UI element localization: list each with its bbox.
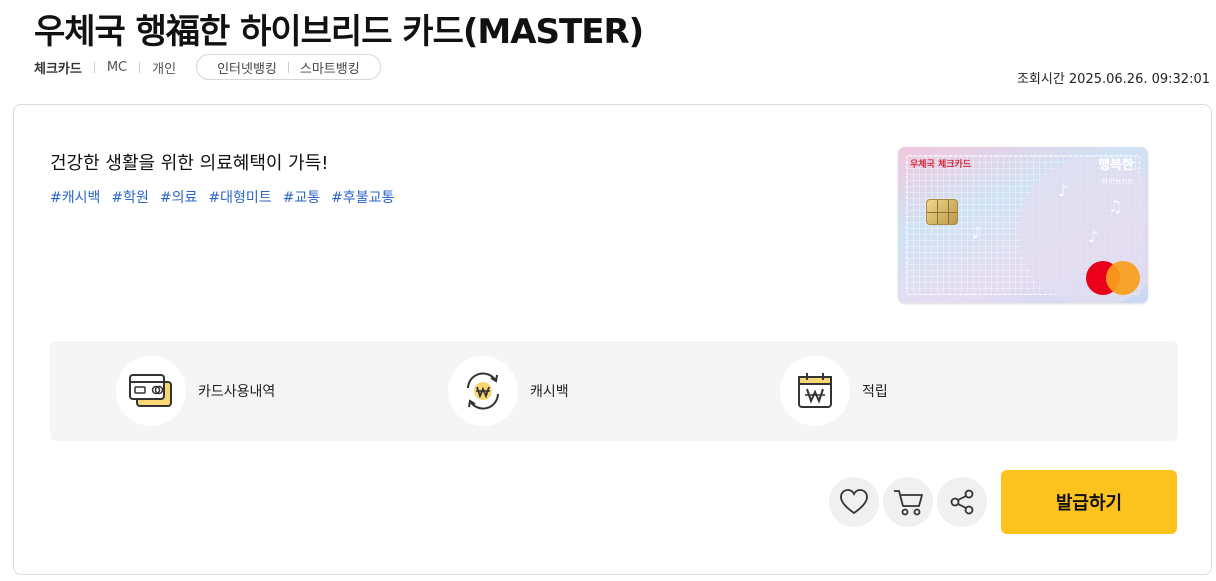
card-name-text: 행복한	[1098, 158, 1134, 173]
benefit-icon-circle	[780, 356, 850, 426]
benefit-cashback[interactable]: 캐시백	[448, 356, 569, 426]
benefit-card-usage[interactable]: 카드사용내역	[116, 356, 275, 426]
music-note-icon: ♪	[1088, 227, 1099, 246]
tag-link[interactable]: #교통	[283, 187, 321, 207]
divider	[93, 61, 95, 73]
tag-link[interactable]: #학원	[111, 187, 149, 207]
card-brand-text: 우체국 체크카드	[910, 160, 972, 170]
card-chip	[926, 199, 958, 225]
benefit-summary: 카드사용내역 캐시백 적립	[50, 341, 1178, 441]
share-button[interactable]	[937, 477, 987, 527]
music-note-icon: ♪	[972, 223, 983, 242]
benefit-tags: #캐시백 #학원 #의료 #대형미트 #교통 #후불교통	[50, 187, 394, 207]
lookup-timestamp: 조회시간 2025.06.26. 09:32:01	[1016, 72, 1210, 87]
benefit-points[interactable]: 적립	[780, 356, 888, 426]
benefit-icon-circle	[116, 356, 186, 426]
heart-icon	[840, 489, 868, 515]
benefit-label: 캐시백	[530, 384, 569, 400]
music-note-icon: ♫	[1108, 197, 1123, 216]
tag-link[interactable]: #후불교통	[331, 187, 394, 207]
card-detail-panel: 건강한 생활을 위한 의료혜택이 가득! #캐시백 #학원 #의료 #대형미트 …	[13, 104, 1212, 575]
divider	[139, 61, 141, 73]
cart-button[interactable]	[883, 477, 933, 527]
card-audience-label: 개인	[152, 61, 177, 77]
card-headline: 건강한 생활을 위한 의료혜택이 가득!	[50, 153, 329, 174]
channel-smart-banking: 스마트뱅킹	[299, 61, 360, 77]
tag-link[interactable]: #캐시백	[50, 187, 100, 207]
benefit-label: 카드사용내역	[198, 384, 276, 400]
card-sub-text: 하이브리드	[1101, 178, 1134, 186]
channel-internet-banking: 인터넷뱅킹	[217, 61, 277, 77]
credit-card-icon	[129, 374, 172, 407]
music-note-icon: ♪	[1058, 181, 1069, 200]
card-brand-label: MC	[106, 59, 128, 75]
channel-pill: 인터넷뱅킹 스마트뱅킹	[196, 54, 381, 80]
issue-card-button[interactable]: 발급하기	[1001, 470, 1177, 534]
mastercard-orange-circle	[1106, 261, 1140, 295]
tag-link[interactable]: #의료	[160, 187, 198, 207]
page-title: 우체국 행福한 하이브리드 카드(MASTER)	[34, 12, 644, 52]
cashback-won-icon	[467, 372, 499, 410]
calendar-won-icon	[798, 373, 832, 408]
card-image: ♪ ♫ ♪ ♪ 우체국 체크카드 행복한 하이브리드	[898, 147, 1148, 303]
like-button[interactable]	[829, 477, 879, 527]
divider	[287, 61, 289, 73]
share-icon	[950, 489, 974, 515]
cart-icon	[894, 490, 923, 516]
mastercard-logo	[1086, 261, 1140, 295]
action-bar: 발급하기	[829, 470, 1177, 534]
card-type-label: 체크카드	[34, 61, 82, 77]
card-meta: 체크카드 MC 개인 인터넷뱅킹 스마트뱅킹	[34, 54, 381, 80]
benefit-label: 적립	[862, 384, 888, 400]
benefit-icon-circle	[448, 356, 518, 426]
tag-link[interactable]: #대형미트	[208, 187, 271, 207]
